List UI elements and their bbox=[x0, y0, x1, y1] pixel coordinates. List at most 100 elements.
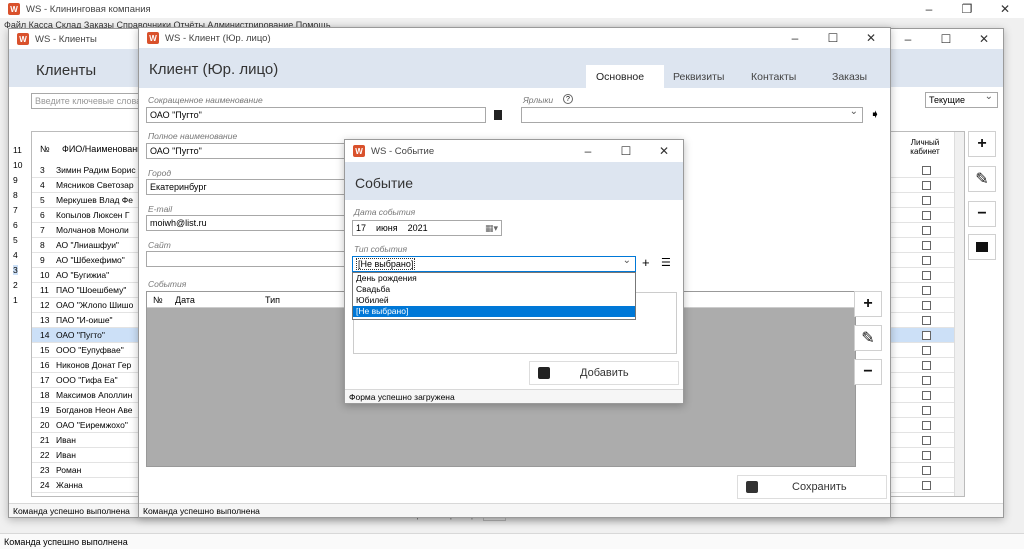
close-icon[interactable]: ✕ bbox=[645, 144, 683, 158]
delete-icon[interactable] bbox=[494, 110, 502, 120]
minimize-icon[interactable]: – bbox=[569, 144, 607, 158]
type-option[interactable]: Юбилей bbox=[353, 295, 635, 306]
cabinet-checkbox[interactable] bbox=[922, 406, 931, 415]
event-edit-button[interactable]: ✎ bbox=[854, 325, 882, 351]
restore-icon[interactable]: ❐ bbox=[948, 2, 986, 16]
cabinet-checkbox[interactable] bbox=[922, 271, 931, 280]
row-number: 14 bbox=[40, 330, 50, 340]
row-number: 17 bbox=[40, 375, 50, 385]
row-name: АО "Шбехефимо" bbox=[56, 255, 125, 265]
type-add-icon[interactable]: + bbox=[642, 255, 650, 270]
cabinet-checkbox[interactable] bbox=[922, 346, 931, 355]
remove-button[interactable]: − bbox=[968, 201, 996, 227]
clients-col-name: ФИО/Наименование bbox=[62, 144, 148, 154]
calendar-icon[interactable]: ▦▾ bbox=[485, 223, 498, 234]
cabinet-checkbox[interactable] bbox=[922, 196, 931, 205]
events-col-type: Тип bbox=[265, 295, 281, 305]
row-name: ООО "Гифа Еа" bbox=[56, 375, 118, 385]
cabinet-checkbox[interactable] bbox=[922, 451, 931, 460]
type-select-value: [Не выбрано] bbox=[356, 258, 416, 270]
close-icon[interactable]: ✕ bbox=[965, 32, 1003, 46]
short-name-label: Сокращенное наименование bbox=[148, 95, 263, 105]
cabinet-checkbox[interactable] bbox=[922, 481, 931, 490]
tab-contacts[interactable]: Контакты bbox=[751, 71, 796, 83]
clients-search-input[interactable]: Введите ключевые слова bbox=[31, 93, 139, 109]
date-picker[interactable]: 17 июня 2021 ▦▾ bbox=[352, 220, 502, 236]
event-add-button[interactable]: + bbox=[854, 291, 882, 317]
cabinet-checkbox[interactable] bbox=[922, 166, 931, 175]
archive-icon bbox=[976, 242, 988, 252]
row-number: 15 bbox=[40, 345, 50, 355]
cabinet-checkbox[interactable] bbox=[922, 421, 931, 430]
plus-icon: + bbox=[977, 135, 987, 152]
tab-requisites[interactable]: Реквизиты bbox=[673, 71, 724, 83]
maximize-icon[interactable]: ☐ bbox=[927, 32, 965, 46]
cabinet-checkbox[interactable] bbox=[922, 286, 931, 295]
left-row-number: 4 bbox=[13, 250, 18, 260]
save-icon bbox=[746, 481, 758, 493]
cabinet-checkbox[interactable] bbox=[922, 376, 931, 385]
tag-icon[interactable]: ➧ bbox=[870, 107, 880, 121]
close-icon[interactable]: ✕ bbox=[852, 31, 890, 45]
cabinet-checkbox[interactable] bbox=[922, 436, 931, 445]
left-row-number: 3 bbox=[13, 265, 18, 275]
cabinet-checkbox[interactable] bbox=[922, 181, 931, 190]
row-number: 12 bbox=[40, 300, 50, 310]
cabinet-checkbox[interactable] bbox=[922, 466, 931, 475]
minus-icon: − bbox=[863, 363, 873, 380]
maximize-icon[interactable]: ☐ bbox=[607, 144, 645, 158]
add-button[interactable]: + bbox=[968, 131, 996, 157]
cabinet-checkbox[interactable] bbox=[922, 241, 931, 250]
clients-window-controls: – ☐ ✕ bbox=[889, 29, 1003, 49]
cabinet-checkbox[interactable] bbox=[922, 361, 931, 370]
save-icon bbox=[538, 367, 550, 379]
minimize-icon[interactable]: – bbox=[776, 31, 814, 45]
row-name: Роман bbox=[56, 465, 82, 475]
tab-orders[interactable]: Заказы bbox=[832, 71, 867, 83]
help-icon[interactable]: ? bbox=[563, 94, 573, 104]
type-option[interactable]: День рождения bbox=[353, 273, 635, 284]
cabinet-checkbox[interactable] bbox=[922, 391, 931, 400]
cabinet-checkbox[interactable] bbox=[922, 256, 931, 265]
left-row-number: 11 bbox=[13, 145, 22, 155]
event-add-button[interactable]: Добавить bbox=[529, 361, 679, 385]
type-option[interactable]: [Не выбрано] bbox=[353, 306, 635, 317]
row-name: Молчанов Моноли bbox=[56, 225, 129, 235]
minimize-icon[interactable]: – bbox=[889, 32, 927, 46]
cabinet-checkbox[interactable] bbox=[922, 316, 931, 325]
row-number: 22 bbox=[40, 450, 50, 460]
clients-scrollbar[interactable] bbox=[954, 132, 964, 496]
left-row-number: 2 bbox=[13, 280, 18, 290]
site-input[interactable] bbox=[146, 251, 346, 267]
event-remove-button[interactable]: − bbox=[854, 359, 882, 385]
maximize-icon[interactable]: ☐ bbox=[814, 31, 852, 45]
event-status: Форма успешно загружена bbox=[345, 389, 683, 403]
row-number: 4 bbox=[40, 180, 45, 190]
archive-button[interactable] bbox=[968, 234, 996, 260]
cabinet-checkbox[interactable] bbox=[922, 331, 931, 340]
short-name-input[interactable]: ОАО "Пугто" bbox=[146, 107, 486, 123]
city-input[interactable]: Екатеринбург bbox=[146, 179, 346, 195]
cabinet-checkbox[interactable] bbox=[922, 301, 931, 310]
type-dropdown-list: День рождения Свадьба Юбилей [Не выбрано] bbox=[352, 272, 636, 320]
main-title: WS - Клининговая компания bbox=[26, 3, 151, 15]
row-number: 8 bbox=[40, 240, 45, 250]
type-list-icon[interactable]: ☰ bbox=[661, 256, 671, 269]
full-name-input[interactable]: ОАО "Пугто" bbox=[146, 143, 346, 159]
save-button[interactable]: Сохранить bbox=[737, 475, 887, 499]
close-icon[interactable]: ✕ bbox=[986, 2, 1024, 16]
email-input[interactable]: moiwh@list.ru bbox=[146, 215, 346, 231]
clients-filter-select[interactable]: Текущие bbox=[925, 92, 998, 108]
tab-main[interactable]: Основное bbox=[596, 71, 644, 83]
type-select[interactable]: [Не выбрано] bbox=[352, 256, 636, 272]
cabinet-checkbox[interactable] bbox=[922, 226, 931, 235]
type-option[interactable]: Свадьба bbox=[353, 284, 635, 295]
edit-button[interactable]: ✎ bbox=[968, 166, 996, 192]
labels-select[interactable] bbox=[521, 107, 863, 123]
save-label: Сохранить bbox=[792, 481, 847, 493]
minimize-icon[interactable]: – bbox=[910, 2, 948, 16]
clients-col-no: № bbox=[40, 144, 50, 154]
events-col-date: Дата bbox=[175, 295, 195, 305]
cabinet-checkbox[interactable] bbox=[922, 211, 931, 220]
row-number: 7 bbox=[40, 225, 45, 235]
